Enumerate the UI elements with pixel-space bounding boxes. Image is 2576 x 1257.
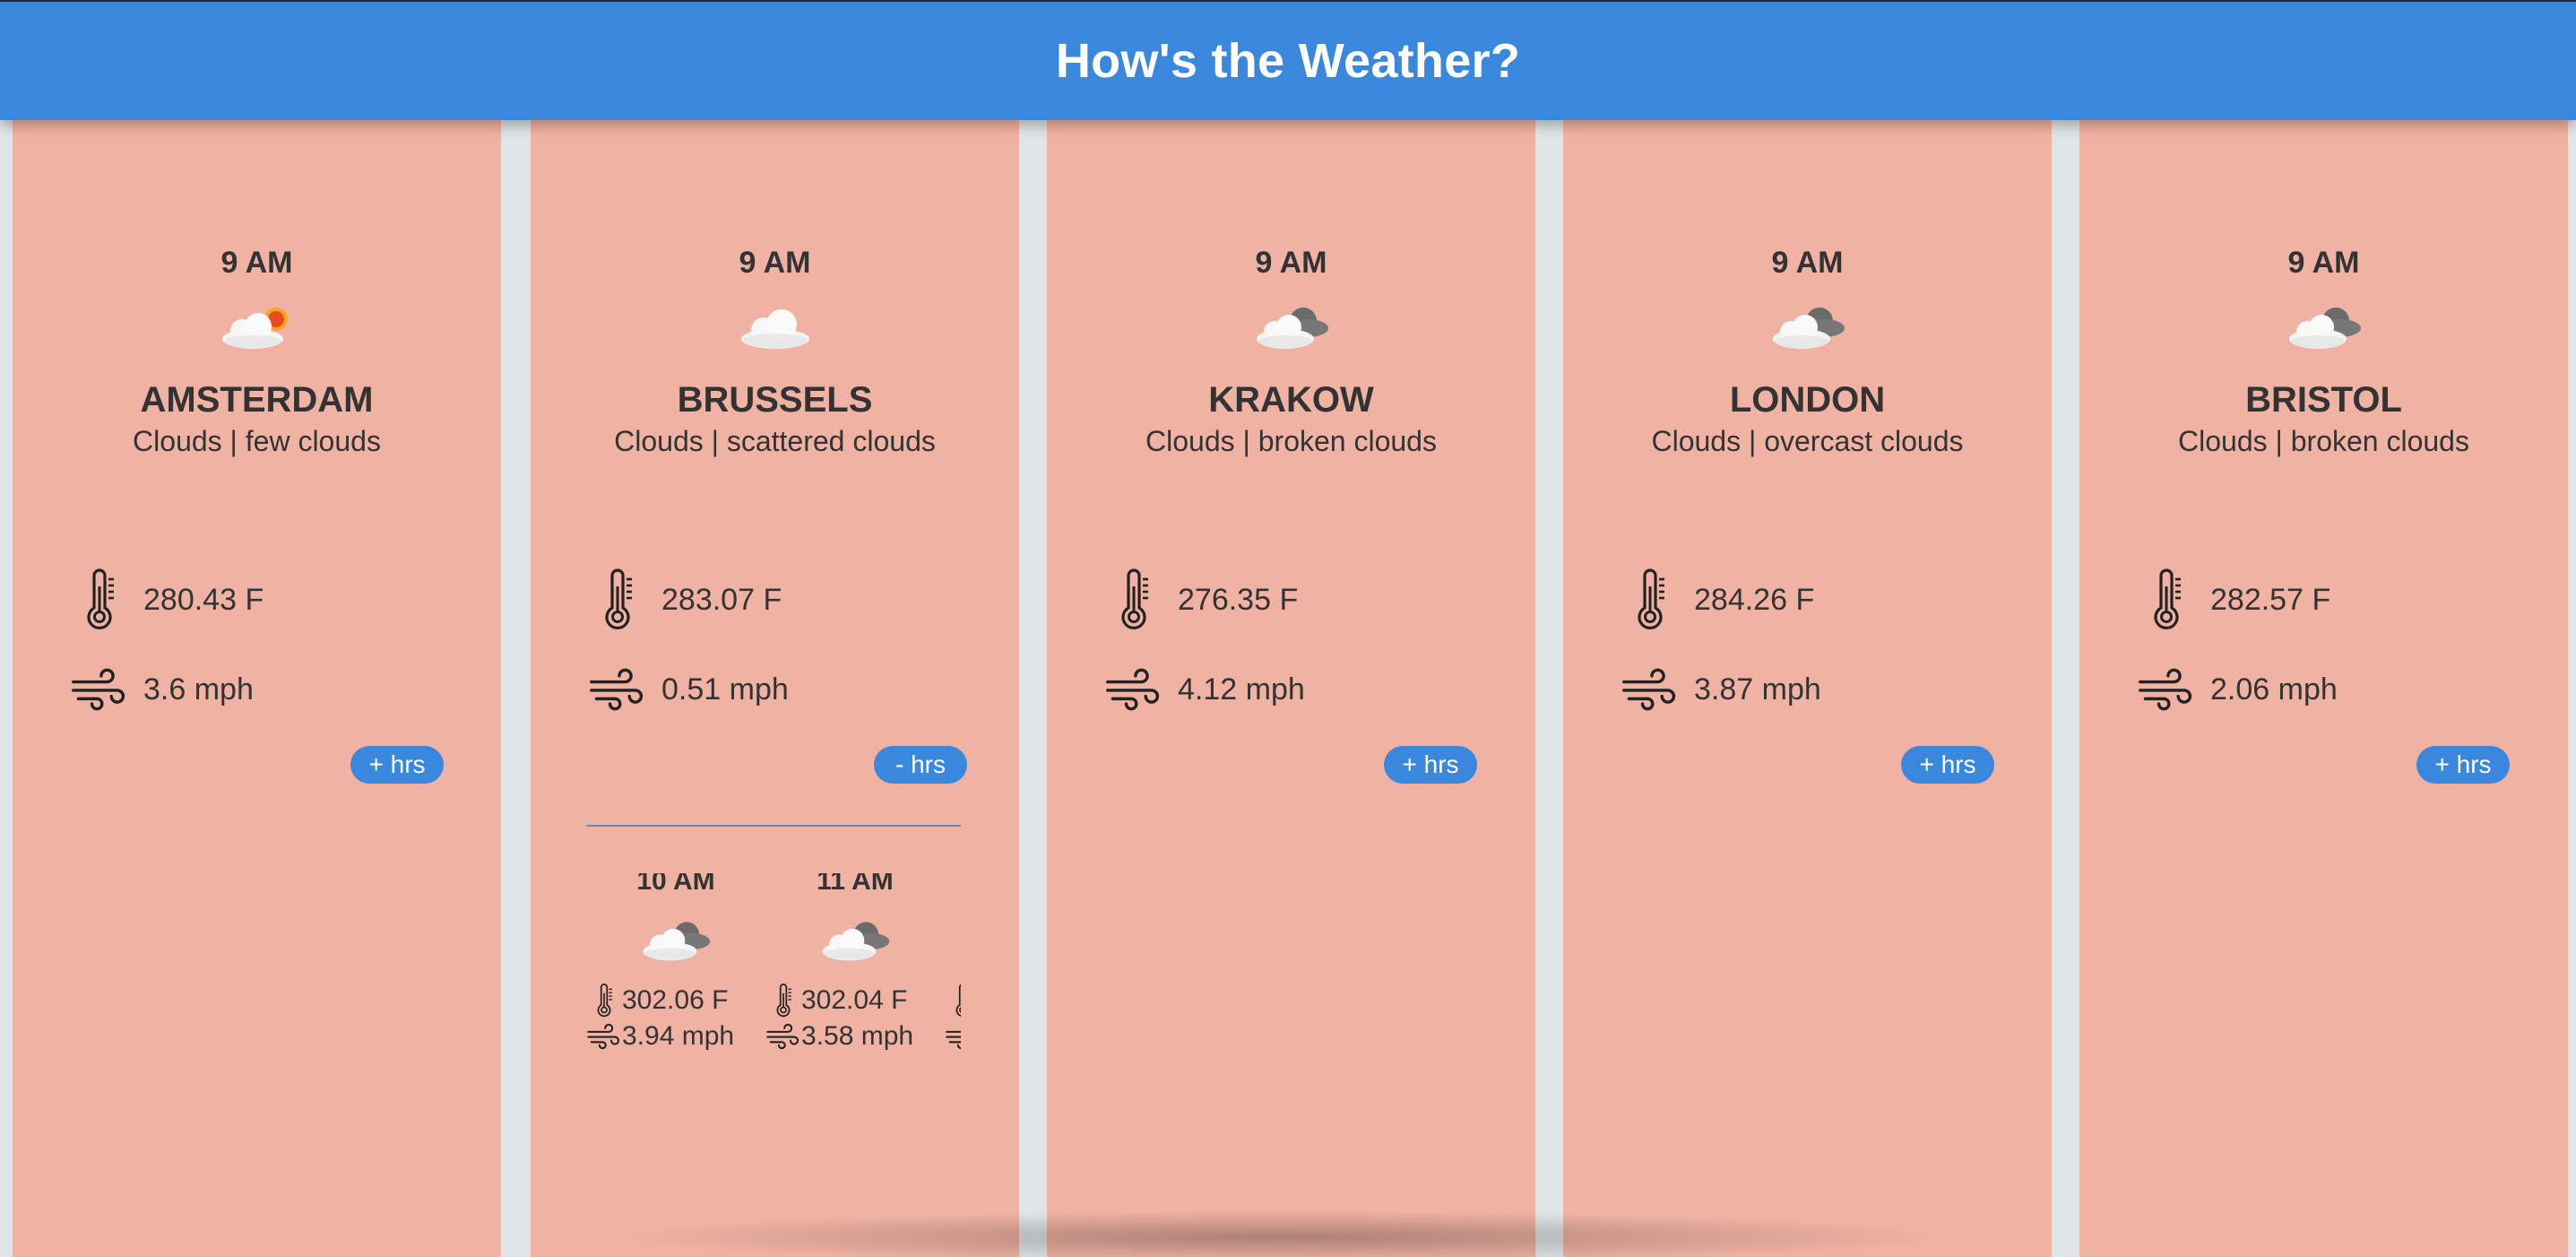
hourly-time: 10 AM <box>636 873 715 896</box>
wind-icon <box>586 1023 622 1050</box>
hourly-wind: 3.94 mph <box>622 1021 735 1051</box>
cloud-icon <box>735 299 816 353</box>
weather-description: Clouds | broken clouds <box>2178 425 2469 457</box>
city-card-amsterdam: 9 AM AMSTERDAM Clouds | few clouds 280.4… <box>13 120 501 1257</box>
wind-row: 2.06 mph <box>2135 658 2338 721</box>
broken-clouds-icon <box>816 915 895 965</box>
wind-icon <box>765 1023 801 1050</box>
temperature-row: 276.35 F <box>1102 568 1298 631</box>
temperature-value: 276.35 F <box>1178 582 1299 617</box>
temperature-value: 280.43 F <box>143 582 264 617</box>
city-name: BRISTOL <box>2245 380 2402 420</box>
city-name: AMSTERDAM <box>140 380 374 420</box>
thermometer-icon <box>1116 568 1152 631</box>
app-header: How's the Weather? <box>0 0 2576 120</box>
wind-icon <box>1621 668 1680 711</box>
wind-value: 3.87 mph <box>1694 672 1821 707</box>
forecast-time: 9 AM <box>1771 246 1844 280</box>
broken-clouds-icon <box>1768 299 1848 353</box>
wind-row: 3.87 mph <box>1619 658 1821 721</box>
broken-clouds-icon <box>2284 299 2364 353</box>
wind-icon <box>1104 668 1163 711</box>
wind-row: 3.6 mph <box>68 658 254 721</box>
toggle-hours-button[interactable]: + hrs <box>350 746 444 784</box>
broken-clouds-icon <box>636 915 715 965</box>
thermometer-icon <box>1632 568 1668 631</box>
broken-clouds-icon <box>1251 299 1332 353</box>
forecast-time: 9 AM <box>2287 246 2360 280</box>
hourly-wind-row: 3.58 mph <box>765 1019 913 1054</box>
wind-icon <box>588 668 647 711</box>
temperature-row: 280.43 F <box>68 568 264 631</box>
app-title: How's the Weather? <box>1055 34 1521 88</box>
hourly-temperature: 302.04 F <box>801 985 908 1015</box>
toggle-hours-button[interactable]: - hrs <box>874 746 967 784</box>
thermometer-icon <box>953 983 961 1019</box>
city-name: KRAKOW <box>1208 380 1374 420</box>
partly-sunny-cloud-icon <box>217 299 298 353</box>
toggle-hours-button[interactable]: + hrs <box>2416 746 2510 784</box>
thermometer-icon <box>594 983 614 1019</box>
wind-value: 4.12 mph <box>1178 672 1305 707</box>
hourly-wind-row: 3.94 mph <box>586 1019 734 1054</box>
wind-value: 0.51 mph <box>661 672 789 707</box>
temperature-row: 282.57 F <box>2135 568 2330 631</box>
toggle-hours-button[interactable]: + hrs <box>1384 746 1477 784</box>
temperature-row: 283.07 F <box>586 568 782 631</box>
weather-description: Clouds | overcast clouds <box>1651 425 1964 457</box>
thermometer-icon <box>82 568 117 631</box>
hourly-temperature-row <box>945 983 961 1019</box>
toggle-hours-button[interactable]: + hrs <box>1901 746 1994 784</box>
city-card-brussels: 9 AM BRUSSELS Clouds | scattered clouds … <box>531 120 1019 1257</box>
hourly-temperature: 302.06 F <box>622 985 729 1015</box>
wind-icon <box>2137 668 2196 711</box>
hourly-wind-row <box>945 1019 961 1054</box>
wind-row: 4.12 mph <box>1102 658 1305 721</box>
wind-icon <box>70 668 129 711</box>
thermometer-icon <box>600 568 635 631</box>
forecast-time: 9 AM <box>739 246 811 280</box>
forecast-time: 9 AM <box>1255 246 1327 280</box>
weather-description: Clouds | scattered clouds <box>614 425 936 457</box>
hourly-temperature-row: 302.04 F <box>765 983 907 1019</box>
thermometer-icon <box>2148 568 2184 631</box>
weather-description: Clouds | few clouds <box>133 425 381 457</box>
weather-description: Clouds | broken clouds <box>1145 425 1437 457</box>
thermometer-icon <box>774 983 793 1019</box>
wind-value: 3.6 mph <box>143 672 254 707</box>
city-card-london: 9 AM LONDON Clouds | overcast clouds 284… <box>1563 120 2052 1257</box>
wind-icon <box>945 1023 961 1050</box>
city-card-bristol: 9 AM BRISTOL Clouds | broken clouds 282.… <box>2079 120 2568 1257</box>
temperature-value: 284.26 F <box>1694 582 1815 617</box>
city-name: LONDON <box>1729 380 1886 420</box>
wind-value: 2.06 mph <box>2210 672 2338 707</box>
city-name: BRUSSELS <box>677 380 873 420</box>
temperature-row: 284.26 F <box>1619 568 1814 631</box>
temperature-value: 282.57 F <box>2210 582 2331 617</box>
temperature-value: 283.07 F <box>661 582 782 617</box>
divider <box>586 825 961 827</box>
city-card-krakow: 9 AM KRAKOW Clouds | broken clouds 276.3… <box>1047 120 1535 1257</box>
hourly-forecast-strip[interactable]: 10 AM 302.06 F 3.94 mph 11 AM 302.04 F 3… <box>586 873 961 1214</box>
hourly-wind: 3.58 mph <box>801 1021 914 1051</box>
wind-row: 0.51 mph <box>586 658 789 721</box>
hourly-temperature-row: 302.06 F <box>586 983 728 1019</box>
forecast-time: 9 AM <box>220 246 293 280</box>
hourly-time: 11 AM <box>817 873 894 896</box>
